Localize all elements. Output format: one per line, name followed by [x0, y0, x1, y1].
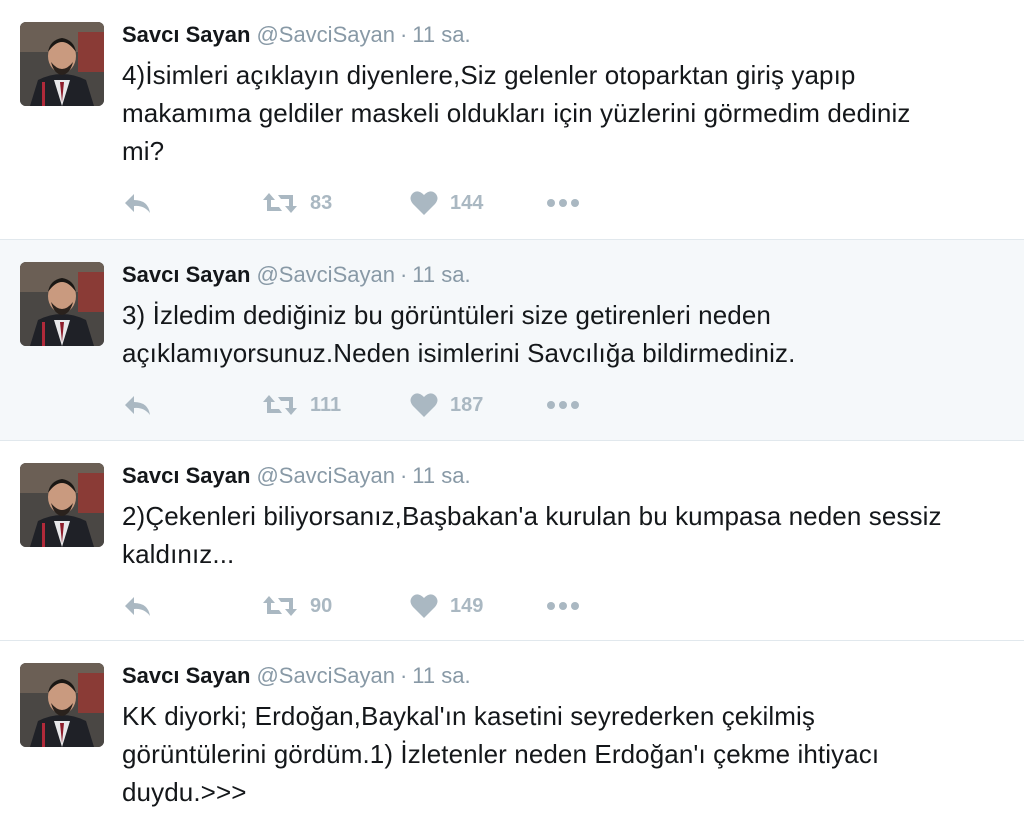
tweet[interactable]: Savcı Sayan @SavciSayan · 11 sa. KK diyorki… [0, 641, 1024, 822]
timestamp[interactable]: 11 sa. [412, 463, 470, 488]
like-button[interactable]: 187 [410, 390, 483, 420]
reply-button[interactable] [122, 390, 152, 420]
tweet[interactable]: Savcı Sayan @SavciSayan · 11 sa. 4)İsimleri… [0, 0, 1024, 240]
tweet[interactable]: Savcı Sayan @SavciSayan · 11 sa. 3) İzledim… [0, 240, 1024, 441]
timestamp[interactable]: 11 sa. [412, 663, 470, 688]
retweet-count: 83 [310, 191, 333, 214]
tweet-text: KK diyorki; Erdoğan,Baykal'ın kasetini s… [122, 701, 880, 807]
tweet[interactable]: Savcı Sayan @SavciSayan · 11 sa. 2)Çekenler… [0, 441, 1024, 641]
separator-dot: · [399, 22, 408, 47]
author-name[interactable]: Savcı Sayan [122, 463, 250, 488]
like-button[interactable]: 144 [410, 188, 483, 218]
tweet-text: 2)Çekenleri biliyorsanız,Başbakan'a kuru… [122, 501, 942, 569]
author-handle[interactable]: @SavciSayan [256, 22, 395, 47]
avatar[interactable] [20, 463, 104, 547]
more-icon [546, 198, 580, 208]
more-icon [546, 400, 580, 410]
retweet-button[interactable]: 83 [262, 188, 332, 218]
retweet-icon [262, 191, 298, 215]
like-count: 187 [450, 393, 484, 416]
reply-icon [122, 393, 152, 417]
author-name[interactable]: Savcı Sayan [122, 262, 250, 287]
author-name[interactable]: Savcı Sayan [122, 663, 250, 688]
separator-dot: · [399, 262, 408, 287]
author-name[interactable]: Savcı Sayan [122, 22, 250, 47]
tweet-header: Savcı Sayan @SavciSayan · 11 sa. [122, 462, 471, 490]
more-button[interactable] [546, 591, 580, 621]
reply-button[interactable] [122, 188, 152, 218]
author-handle[interactable]: @SavciSayan [256, 262, 395, 287]
tweet-text: 4)İsimleri açıklayın diyenlere,Siz gelen… [122, 60, 911, 166]
retweet-icon [262, 594, 298, 618]
like-count: 144 [450, 191, 484, 214]
timestamp[interactable]: 11 sa. [412, 22, 470, 47]
author-handle[interactable]: @SavciSayan [256, 463, 395, 488]
tweet-header: Savcı Sayan @SavciSayan · 11 sa. [122, 21, 471, 49]
more-button[interactable] [546, 390, 580, 420]
separator-dot: · [399, 463, 408, 488]
heart-icon [410, 190, 438, 216]
avatar[interactable] [20, 262, 104, 346]
reply-button[interactable] [122, 591, 152, 621]
tweet-text: 3) İzledim dediğiniz bu görüntüleri size… [122, 300, 796, 368]
heart-icon [410, 593, 438, 619]
tweet-header: Savcı Sayan @SavciSayan · 11 sa. [122, 662, 471, 690]
avatar[interactable] [20, 22, 104, 106]
timestamp[interactable]: 11 sa. [412, 262, 470, 287]
author-handle[interactable]: @SavciSayan [256, 663, 395, 688]
heart-icon [410, 392, 438, 418]
more-button[interactable] [546, 188, 580, 218]
retweet-button[interactable]: 90 [262, 591, 332, 621]
retweet-count: 90 [310, 594, 333, 617]
reply-icon [122, 594, 152, 618]
retweet-count: 111 [310, 393, 342, 416]
like-count: 149 [450, 594, 484, 617]
retweet-icon [262, 393, 298, 417]
separator-dot: · [399, 663, 408, 688]
avatar[interactable] [20, 663, 104, 747]
timeline: Savcı Sayan @SavciSayan · 11 sa. 4)İsimleri… [0, 0, 1024, 822]
tweet-header: Savcı Sayan @SavciSayan · 11 sa. [122, 261, 471, 289]
more-icon [546, 601, 580, 611]
like-button[interactable]: 149 [410, 591, 483, 621]
reply-icon [122, 191, 152, 215]
retweet-button[interactable]: 111 [262, 390, 341, 420]
